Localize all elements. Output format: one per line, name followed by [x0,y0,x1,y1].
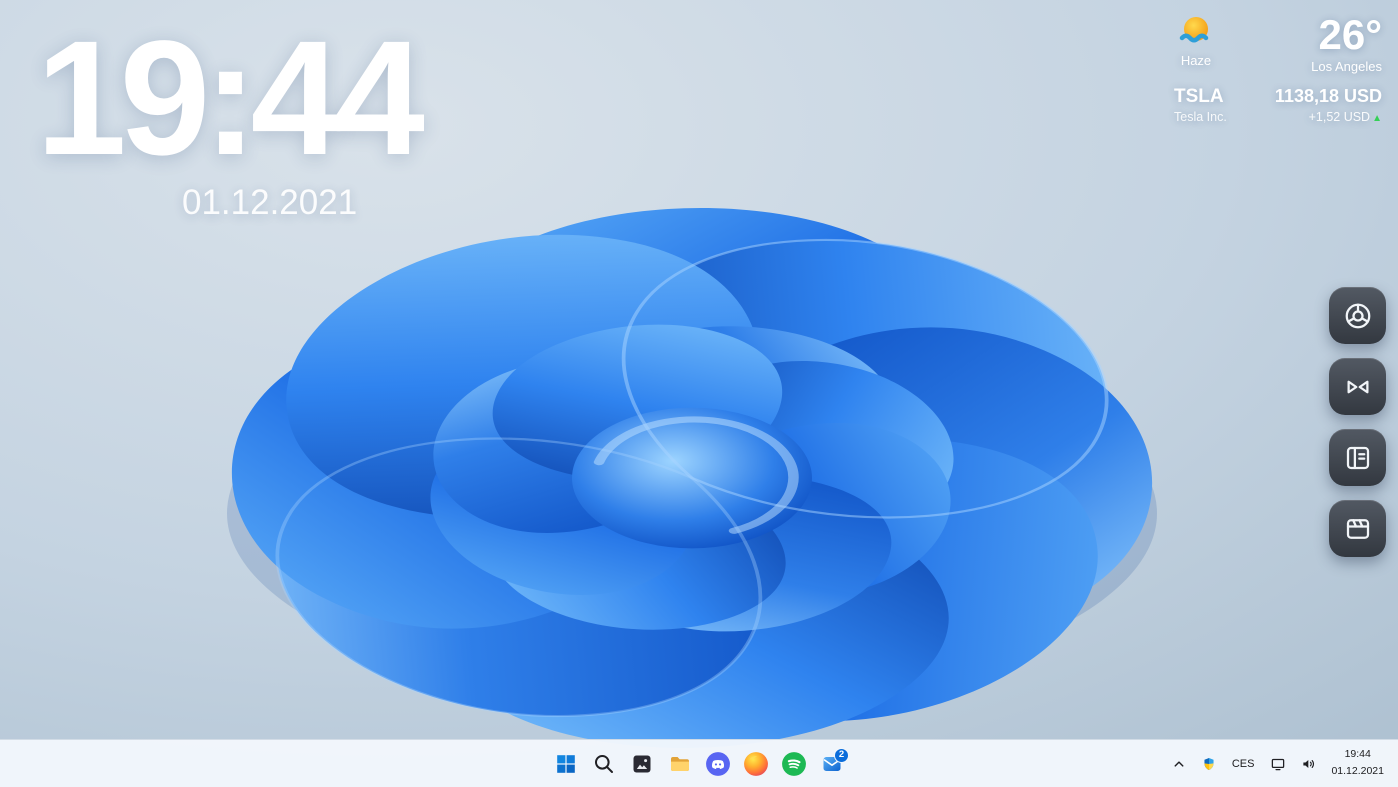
file-explorer-button[interactable] [663,747,697,781]
dock-item-visual-studio[interactable] [1329,358,1386,415]
folder-icon [671,756,689,771]
defender-shield-icon [1204,757,1214,770]
desktop: 19:44 01.12.2021 Haze 26° Los Angeles TS… [0,0,1398,787]
taskbar-center: 2 [549,740,849,787]
firefox-button[interactable] [739,747,773,781]
visual-studio-icon [1347,380,1368,393]
stock-symbol: TSLA [1174,86,1224,107]
weather-location: Los Angeles [1311,59,1382,74]
tray-time: 19:44 [1344,748,1371,761]
dock [1329,287,1386,557]
stock-company: Tesla Inc. [1174,110,1227,124]
dock-item-chrome[interactable] [1329,287,1386,344]
discord-icon [706,751,730,776]
discord-button[interactable] [701,747,735,781]
search-icon [595,754,613,773]
chevron-up-icon [1174,760,1184,767]
network-icon [1272,758,1285,770]
photos-icon [633,755,651,772]
photos-app-button[interactable] [625,747,659,781]
start-button[interactable] [549,747,583,781]
weather-condition: Haze [1180,53,1212,68]
clock-widget: 19:44 01.12.2021 [36,6,425,223]
network-button[interactable] [1267,747,1289,781]
weather-temperature: 26° [1318,11,1382,58]
chrome-icon [1345,303,1370,328]
spotify-button[interactable] [777,747,811,781]
stock-widget: TSLA 1138,18 USD Tesla Inc. +1,52 USD ▲ [1172,86,1382,124]
stock-up-arrow-icon: ▲ [1372,113,1382,124]
sun-haze-icon [1179,17,1209,43]
clapperboard-icon [1346,518,1369,539]
clock-date: 01.12.2021 [182,183,358,222]
notification-badge: 2 [834,747,849,763]
info-widget: Haze 26° Los Angeles TSLA 1138,18 USD Te… [1172,14,1382,125]
mail-button[interactable]: 2 [815,747,849,781]
dock-item-journal[interactable] [1329,429,1386,486]
tray-clock[interactable]: 19:44 01.12.2021 [1329,747,1386,781]
firefox-icon [744,751,768,776]
stock-change: +1,52 USD ▲ [1308,110,1382,124]
tray-app-button[interactable] [1199,747,1219,781]
spotify-icon [782,751,806,776]
volume-button[interactable] [1298,747,1320,781]
clock-time: 19:44 [36,6,425,189]
system-tray: CES 19:44 01.12.2021 [1168,740,1398,787]
journal-icon [1346,446,1369,469]
search-button[interactable] [587,747,621,781]
weather-widget: Haze 26° Los Angeles [1172,14,1382,74]
volume-icon [1303,759,1315,768]
tray-date: 01.12.2021 [1331,765,1384,778]
hidden-icons-button[interactable] [1168,747,1190,781]
taskbar: 2 CES 19:44 01.12.2021 [0,739,1398,787]
language-indicator[interactable]: CES [1228,747,1259,781]
dock-item-media[interactable] [1329,500,1386,557]
windows-start-icon [557,754,575,773]
stock-price: 1138,18 USD [1274,86,1382,106]
